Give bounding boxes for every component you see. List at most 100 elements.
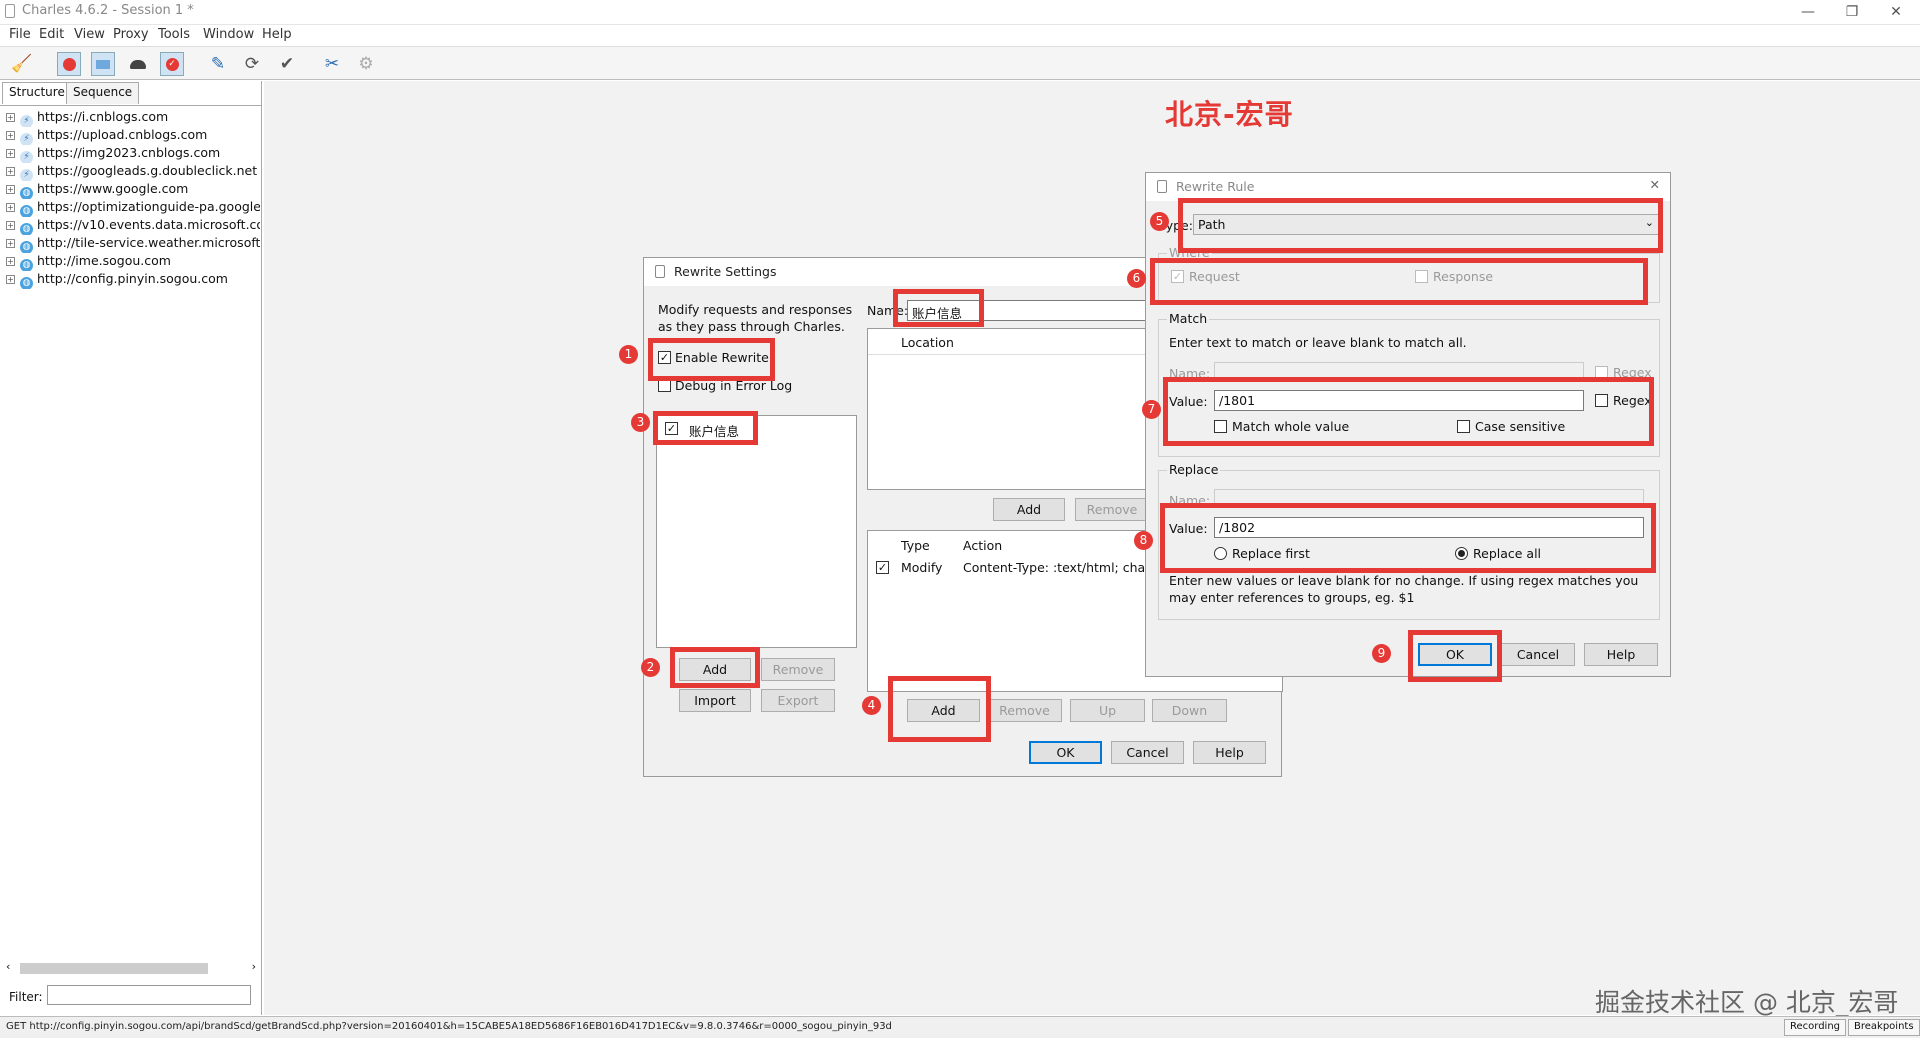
rule-checkbox[interactable]: ✓ xyxy=(876,561,889,574)
menu-tools[interactable]: Tools xyxy=(158,27,190,42)
debug-log-checkbox[interactable] xyxy=(658,379,671,392)
type-select[interactable]: Path ⌄ xyxy=(1193,214,1661,235)
import-button[interactable]: Import xyxy=(679,689,751,712)
menu-edit[interactable]: Edit xyxy=(39,27,64,42)
expand-icon[interactable]: + xyxy=(6,257,15,266)
menu-file[interactable]: File xyxy=(9,27,31,42)
enable-rewrite-checkbox[interactable]: ✓ xyxy=(658,351,671,364)
globe-icon: ◍ xyxy=(20,259,33,271)
horizontal-scrollbar[interactable]: ‹ › xyxy=(6,960,256,976)
settings-help-button[interactable]: Help xyxy=(1193,741,1266,764)
type-column[interactable]: Type xyxy=(901,538,930,553)
globe-icon: ◍ xyxy=(20,241,33,253)
rule-type[interactable]: Modify xyxy=(901,560,942,575)
tree-item[interactable]: + ⚡ https://img2023.cnblogs.com xyxy=(6,145,260,163)
replace-name-input[interactable] xyxy=(1214,489,1644,506)
minimize-icon[interactable]: — xyxy=(1788,1,1828,23)
remove-location-button[interactable]: Remove xyxy=(1075,498,1149,521)
tree-item[interactable]: +◍https://optimizationguide-pa.googleapi… xyxy=(6,199,260,217)
remove-rule-button[interactable]: Remove xyxy=(987,699,1062,722)
match-whole-checkbox[interactable] xyxy=(1214,420,1227,433)
recording-button[interactable]: Recording xyxy=(1784,1019,1847,1036)
expand-icon[interactable]: + xyxy=(6,149,15,158)
replace-value-input[interactable]: /1802 xyxy=(1214,517,1644,538)
close-dialog-icon[interactable]: ✕ xyxy=(1650,177,1660,192)
expand-icon[interactable]: + xyxy=(6,131,15,140)
expand-icon[interactable]: + xyxy=(6,203,15,212)
broom-icon[interactable]: 🧹 xyxy=(10,52,34,76)
check-icon[interactable]: ✔ xyxy=(275,52,299,76)
globe-icon: ◍ xyxy=(20,277,33,289)
filter-label: Filter: xyxy=(9,990,43,1004)
menu-view[interactable]: View xyxy=(74,27,105,42)
rule-cancel-button[interactable]: Cancel xyxy=(1501,643,1575,666)
action-column[interactable]: Action xyxy=(963,538,1002,553)
expand-icon[interactable]: + xyxy=(6,185,15,194)
expand-icon[interactable]: + xyxy=(6,167,15,176)
response-checkbox[interactable] xyxy=(1415,270,1428,283)
annotation-badge: 5 xyxy=(1150,212,1169,231)
match-label: Match xyxy=(1167,311,1210,326)
rewrite-rule-title: Rewrite Rule ✕ xyxy=(1146,173,1670,201)
menu-proxy[interactable]: Proxy xyxy=(113,27,149,42)
request-label: Request xyxy=(1189,269,1240,284)
match-name-input[interactable] xyxy=(1214,362,1584,379)
close-icon[interactable]: ✕ xyxy=(1876,1,1916,23)
match-value-regex-checkbox[interactable] xyxy=(1595,394,1608,407)
juejin-watermark: 掘金技术社区 @ 北京_宏哥 xyxy=(1595,988,1899,1017)
request-checkbox[interactable]: ✓ xyxy=(1171,270,1184,283)
stop-icon[interactable]: ✓ xyxy=(160,52,184,76)
rule-action[interactable]: Content-Type: :text/html; charse xyxy=(963,560,1165,575)
expand-icon[interactable]: + xyxy=(6,221,15,230)
location-column[interactable]: Location xyxy=(901,335,954,350)
throttle-icon[interactable] xyxy=(91,52,115,76)
replace-all-radio[interactable] xyxy=(1455,547,1468,560)
scroll-left-icon[interactable]: ‹ xyxy=(6,960,10,973)
tree-item[interactable]: + ⚡ https://upload.cnblogs.com xyxy=(6,127,260,145)
add-set-button[interactable]: Add xyxy=(679,658,751,681)
down-button[interactable]: Down xyxy=(1152,699,1227,722)
tree-item[interactable]: + ⚡ https://i.cnblogs.com xyxy=(6,109,260,127)
tab-structure[interactable]: Structure xyxy=(2,82,72,104)
restore-icon[interactable]: ❐ xyxy=(1832,1,1872,23)
case-sensitive-checkbox[interactable] xyxy=(1457,420,1470,433)
settings-icon[interactable]: ⚙ xyxy=(354,52,378,76)
set-name[interactable]: 账户信息 xyxy=(689,421,739,440)
breakpoints-button[interactable]: Breakpoints xyxy=(1848,1019,1920,1036)
match-name-regex-checkbox[interactable] xyxy=(1595,366,1608,379)
tree-item[interactable]: + ◍ http://ime.sogou.com xyxy=(6,253,260,271)
scroll-thumb[interactable] xyxy=(20,963,208,974)
match-value-input[interactable]: /1801 xyxy=(1214,390,1584,411)
export-button[interactable]: Export xyxy=(761,689,835,712)
replace-all-label: Replace all xyxy=(1473,546,1542,561)
rule-ok-button[interactable]: OK xyxy=(1418,643,1492,666)
expand-icon[interactable]: + xyxy=(6,113,15,122)
settings-cancel-button[interactable]: Cancel xyxy=(1111,741,1184,764)
breakpoint-turtle-icon[interactable] xyxy=(126,52,150,76)
tree-item[interactable]: + ◍ https://www.google.com xyxy=(6,181,260,199)
record-icon[interactable] xyxy=(57,52,81,76)
tree-item[interactable]: + ⚡ https://googleads.g.doubleclick.net xyxy=(6,163,260,181)
add-rule-button[interactable]: Add xyxy=(907,699,980,722)
scroll-right-icon[interactable]: › xyxy=(252,960,256,973)
rule-help-button[interactable]: Help xyxy=(1584,643,1658,666)
tools-icon[interactable]: ✂ xyxy=(320,52,344,76)
up-button[interactable]: Up xyxy=(1070,699,1145,722)
tree-item[interactable]: + ◍ https://v10.events.data.microsoft.com xyxy=(6,217,260,235)
settings-ok-button[interactable]: OK xyxy=(1029,741,1102,764)
menu-help[interactable]: Help xyxy=(262,27,292,42)
tab-sequence[interactable]: Sequence xyxy=(66,82,140,104)
menu-window[interactable]: Window xyxy=(203,27,254,42)
filter-input[interactable] xyxy=(47,985,251,1005)
expand-icon[interactable]: + xyxy=(6,275,15,284)
replace-first-radio[interactable] xyxy=(1214,547,1227,560)
rewrite-rule-dialog: Rewrite Rule ✕ Type: Path ⌄ Where ✓ Reque… xyxy=(1145,172,1671,677)
pen-icon[interactable]: ✎ xyxy=(206,52,230,76)
set-checkbox[interactable]: ✓ xyxy=(665,422,678,435)
tree-item[interactable]: +◍http://tile-service.weather.microsoft.… xyxy=(6,235,260,253)
refresh-icon[interactable]: ⟳ xyxy=(240,52,264,76)
tree-item[interactable]: + ◍ http://config.pinyin.sogou.com xyxy=(6,271,260,289)
remove-set-button[interactable]: Remove xyxy=(761,658,835,681)
expand-icon[interactable]: + xyxy=(6,239,15,248)
add-location-button[interactable]: Add xyxy=(993,498,1065,521)
